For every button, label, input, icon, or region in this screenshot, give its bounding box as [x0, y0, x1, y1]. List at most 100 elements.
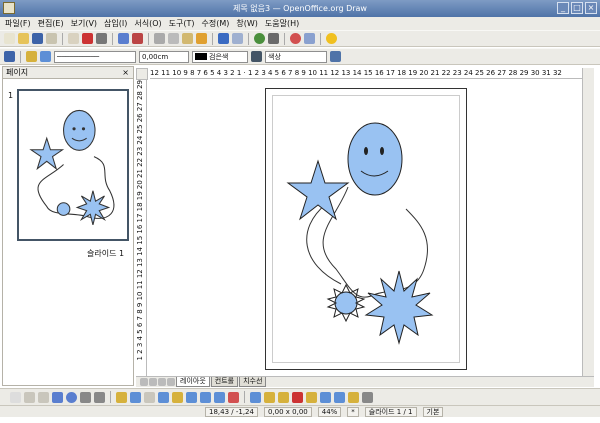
menu-edit[interactable]: 편집(E): [38, 17, 64, 30]
rotate-icon[interactable]: [320, 391, 331, 403]
line-tool-icon[interactable]: [24, 391, 35, 403]
email-icon[interactable]: [46, 33, 57, 44]
next-tab-arrow-icon[interactable]: [158, 378, 166, 386]
edit-file-icon[interactable]: [68, 33, 79, 44]
area-style-select[interactable]: 색상: [265, 50, 327, 63]
undo-icon[interactable]: [218, 33, 229, 44]
thumbnail-drawing: [29, 109, 115, 225]
gallery-icon[interactable]: [306, 391, 317, 403]
connector-icon[interactable]: [130, 391, 141, 403]
print-icon[interactable]: [96, 33, 107, 44]
area-icon[interactable]: [251, 51, 262, 62]
lines-arrows-icon[interactable]: [144, 391, 155, 403]
tab-layout[interactable]: 레이아웃: [176, 377, 210, 387]
extrusion-icon[interactable]: [362, 391, 373, 403]
format-paintbrush-icon[interactable]: [196, 33, 207, 44]
menu-file[interactable]: 파일(F): [5, 17, 31, 30]
status-zoom[interactable]: 44%: [317, 406, 342, 417]
line-icon[interactable]: [26, 51, 37, 62]
minimize-button[interactable]: _: [557, 2, 569, 14]
fontwork-icon[interactable]: [94, 391, 105, 403]
stars-icon[interactable]: [228, 391, 239, 403]
points-icon[interactable]: [250, 391, 261, 403]
separator: [110, 391, 111, 403]
menu-help[interactable]: 도움말(H): [265, 17, 299, 30]
app-icon[interactable]: [3, 2, 15, 14]
select-arrow-icon[interactable]: [10, 391, 21, 403]
menu-insert[interactable]: 삽입(I): [104, 17, 127, 30]
curve-icon[interactable]: [116, 391, 127, 403]
line-color-select[interactable]: 검은색: [192, 50, 248, 63]
drawing-page[interactable]: [265, 88, 467, 370]
menu-bar: 파일(F) 편집(E) 보기(V) 삽입(I) 서식(O) 도구(T) 수정(M…: [0, 17, 600, 30]
cut-icon[interactable]: [154, 33, 165, 44]
paste-icon[interactable]: [182, 33, 193, 44]
flowchart-icon[interactable]: [200, 391, 211, 403]
navigator-icon[interactable]: [290, 33, 301, 44]
export-pdf-icon[interactable]: [82, 33, 93, 44]
standard-toolbar: [0, 30, 600, 47]
line-width-field[interactable]: 0,00cm: [139, 50, 189, 63]
from-file-icon[interactable]: [292, 391, 303, 403]
five-point-star: [286, 159, 350, 221]
slide-number: 1: [8, 91, 14, 100]
sun-circle: [334, 291, 358, 315]
horizontal-ruler[interactable]: 12 11 10 9 8 7 6 5 4 3 2 1 · 1 2 3 4 5 6…: [150, 68, 582, 79]
freeform-line: [322, 186, 428, 298]
status-position: 18,43 / -1,24: [205, 406, 258, 417]
separator: [212, 32, 213, 45]
block-arrows-icon[interactable]: [186, 391, 197, 403]
help-icon[interactable]: [326, 33, 337, 44]
basic-shapes-icon[interactable]: [158, 391, 169, 403]
line-color-label: 검은색: [209, 52, 229, 61]
vertical-scrollbar[interactable]: [582, 68, 594, 376]
menu-window[interactable]: 창(W): [236, 17, 258, 30]
tab-dimension-lines[interactable]: 치수선: [239, 377, 267, 387]
open-folder-icon[interactable]: [18, 33, 29, 44]
line-and-filling-toolbar: ────────── 0,00cm 검은색 색상: [0, 48, 600, 65]
fontwork-gallery-icon[interactable]: [278, 391, 289, 403]
menu-tools[interactable]: 도구(T): [169, 17, 195, 30]
styles-icon[interactable]: [4, 51, 15, 62]
last-tab-arrow-icon[interactable]: [167, 378, 175, 386]
pages-panel-title: 페이지: [6, 68, 29, 77]
menu-modify[interactable]: 수정(M): [202, 17, 230, 30]
maximize-button[interactable]: □: [571, 2, 583, 14]
tab-controls[interactable]: 컨트롤: [210, 377, 239, 387]
line-style-select[interactable]: ──────────: [54, 50, 136, 63]
separator: [284, 32, 285, 45]
right-eye: [380, 147, 384, 155]
slide-thumbnail[interactable]: [17, 89, 129, 241]
table-icon[interactable]: [268, 33, 279, 44]
copy-icon[interactable]: [168, 33, 179, 44]
shadow-icon[interactable]: [330, 51, 341, 62]
new-document-icon[interactable]: [4, 33, 15, 44]
arrow-line-icon[interactable]: [38, 391, 49, 403]
prev-tab-arrow-icon[interactable]: [149, 378, 157, 386]
separator: [248, 32, 249, 45]
text-icon[interactable]: [80, 391, 91, 403]
symbol-shapes-icon[interactable]: [172, 391, 183, 403]
close-button[interactable]: ×: [585, 2, 597, 14]
twelve-point-star: [364, 270, 434, 345]
autospell-icon[interactable]: [132, 33, 143, 44]
arrange-icon[interactable]: [348, 391, 359, 403]
redo-icon[interactable]: [232, 33, 243, 44]
slide-label: 슬라이드 1: [87, 249, 125, 258]
spellcheck-icon[interactable]: [118, 33, 129, 44]
ellipse-icon[interactable]: [66, 391, 77, 403]
save-icon[interactable]: [32, 33, 43, 44]
first-tab-arrow-icon[interactable]: [140, 378, 148, 386]
glue-points-icon[interactable]: [264, 391, 275, 403]
menu-view[interactable]: 보기(V): [71, 17, 97, 30]
callouts-icon[interactable]: [214, 391, 225, 403]
arrow-style-icon[interactable]: [40, 51, 51, 62]
panel-close-button[interactable]: ×: [122, 67, 129, 79]
vertical-ruler[interactable]: 1 2 3 4 5 6 7 8 9 10 11 12 13 14 15 16 1…: [136, 80, 147, 376]
chart-icon[interactable]: [254, 33, 265, 44]
rectangle-icon[interactable]: [52, 391, 63, 403]
alignment-icon[interactable]: [334, 391, 345, 403]
vertical-ruler-scale: 1 2 3 4 5 6 7 8 9 10 11 12 13 14 15 16 1…: [136, 80, 144, 361]
zoom-icon[interactable]: [304, 33, 315, 44]
menu-format[interactable]: 서식(O): [134, 17, 161, 30]
